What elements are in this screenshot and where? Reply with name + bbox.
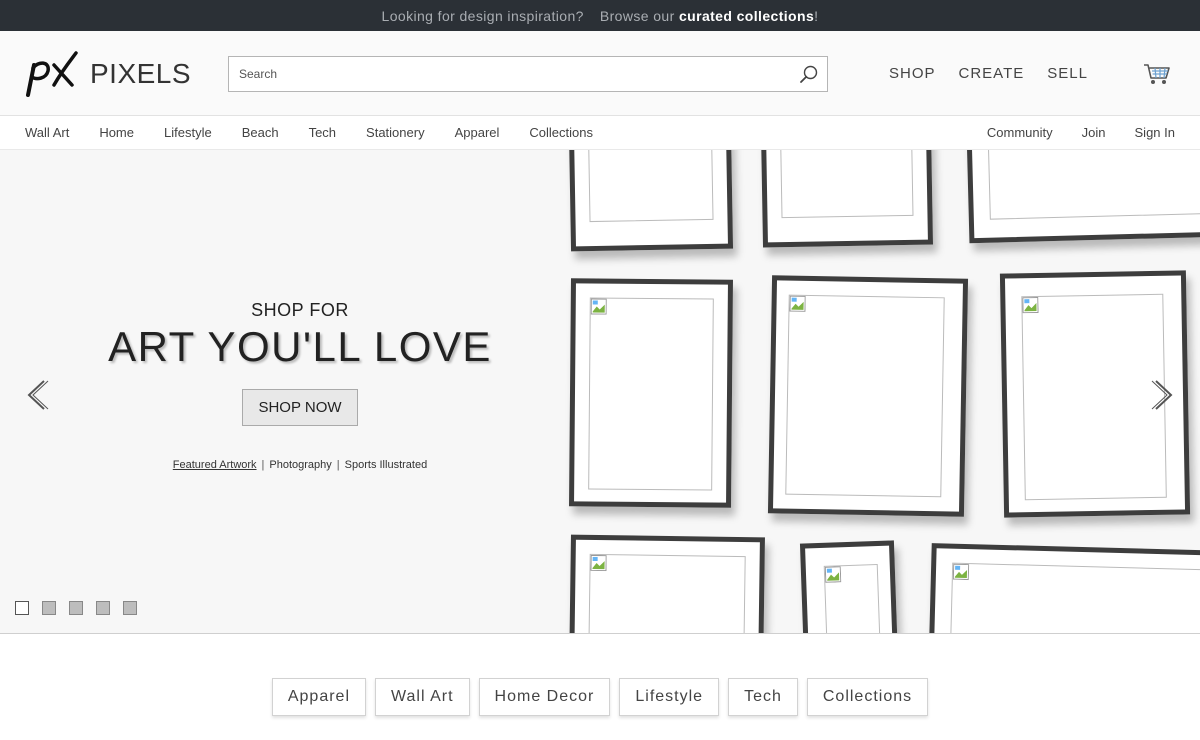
pill-home-decor[interactable]: Home Decor (478, 678, 611, 716)
frame-image (569, 278, 733, 508)
broken-image-icon (824, 566, 842, 583)
pill-lifestyle[interactable]: Lifestyle (619, 678, 720, 716)
hero-title: ART YOU'LL LOVE (108, 323, 492, 370)
hero-kicker: SHOP FOR (251, 300, 349, 320)
promo-suffix: ! (814, 7, 819, 24)
sign-in-link[interactable]: Sign In (1135, 125, 1175, 140)
frame-image (966, 150, 1200, 244)
logo[interactable]: PIXELS (24, 51, 191, 97)
pill-apparel[interactable]: Apparel (271, 678, 367, 716)
promo-bar: Looking for design inspiration? Browse o… (0, 0, 1200, 31)
slide-dot[interactable] (96, 601, 110, 615)
category-wall-art[interactable]: Wall Art (25, 125, 69, 140)
chevron-right-icon[interactable] (1150, 378, 1176, 412)
slide-indicators (15, 601, 150, 615)
search-box (228, 56, 828, 92)
frame-image (761, 150, 933, 248)
frame-image (568, 150, 734, 252)
category-nav: Wall Art Home Lifestyle Beach Tech Stati… (0, 116, 1200, 150)
broken-image-icon (952, 563, 970, 581)
category-apparel[interactable]: Apparel (455, 125, 500, 140)
slide-dot[interactable] (15, 601, 29, 615)
category-collections[interactable]: Collections (529, 125, 593, 140)
hero-text-block: SHOP FOR ART YOU'LL LOVE SHOP NOW (60, 300, 540, 426)
broken-image-icon (789, 295, 806, 312)
broken-image-icon (1022, 296, 1039, 314)
category-tech[interactable]: Tech (309, 125, 336, 140)
photography-link[interactable]: Photography (269, 459, 331, 471)
frame-image (928, 543, 1200, 633)
px-logo-icon (26, 51, 78, 97)
shop-now-button[interactable]: SHOP NOW (242, 389, 358, 426)
slide-dot[interactable] (42, 601, 56, 615)
broken-image-icon (590, 298, 607, 315)
promo-text: Looking for design inspiration? (381, 7, 584, 24)
category-stationery[interactable]: Stationery (366, 125, 425, 140)
pill-collections[interactable]: Collections (806, 678, 929, 716)
search-icon[interactable] (791, 57, 827, 91)
join-link[interactable]: Join (1082, 125, 1106, 140)
sports-illustrated-link[interactable]: Sports Illustrated (345, 459, 428, 471)
chevron-left-icon[interactable] (24, 378, 50, 412)
pill-tech[interactable]: Tech (728, 678, 798, 716)
slide-dot[interactable] (123, 601, 137, 615)
broken-image-icon (590, 554, 607, 572)
featured-artwork-link[interactable]: Featured Artwork (173, 459, 257, 471)
category-beach[interactable]: Beach (242, 125, 279, 140)
site-header: PIXELS SHOP CREATE SELL (0, 31, 1200, 116)
main-nav: SHOP CREATE SELL (889, 65, 1111, 82)
hero-links: Featured Artwork | Photography | Sports Illu… (172, 459, 428, 471)
logo-text: PIXELS (90, 58, 192, 89)
nav-sell[interactable]: SELL (1047, 65, 1088, 82)
hero-carousel: SHOP FOR ART YOU'LL LOVE SHOP NOW Featur… (0, 150, 1200, 634)
community-link[interactable]: Community (987, 125, 1053, 140)
cart-icon[interactable] (1143, 62, 1171, 86)
curated-collections-link[interactable]: curated collections (679, 8, 814, 24)
category-lifestyle[interactable]: Lifestyle (164, 125, 212, 140)
search-input[interactable] (229, 57, 791, 91)
frame-image (799, 540, 899, 633)
slide-dot[interactable] (69, 601, 83, 615)
nav-create[interactable]: CREATE (959, 65, 1025, 82)
nav-shop[interactable]: SHOP (889, 65, 936, 82)
pill-wall-art[interactable]: Wall Art (375, 678, 470, 716)
frame-image (569, 534, 765, 633)
frame-image (767, 275, 969, 517)
category-pills: Apparel Wall Art Home Decor Lifestyle Te… (0, 678, 1200, 716)
category-home[interactable]: Home (99, 125, 134, 140)
promo-browse-prefix: Browse our (599, 7, 675, 24)
